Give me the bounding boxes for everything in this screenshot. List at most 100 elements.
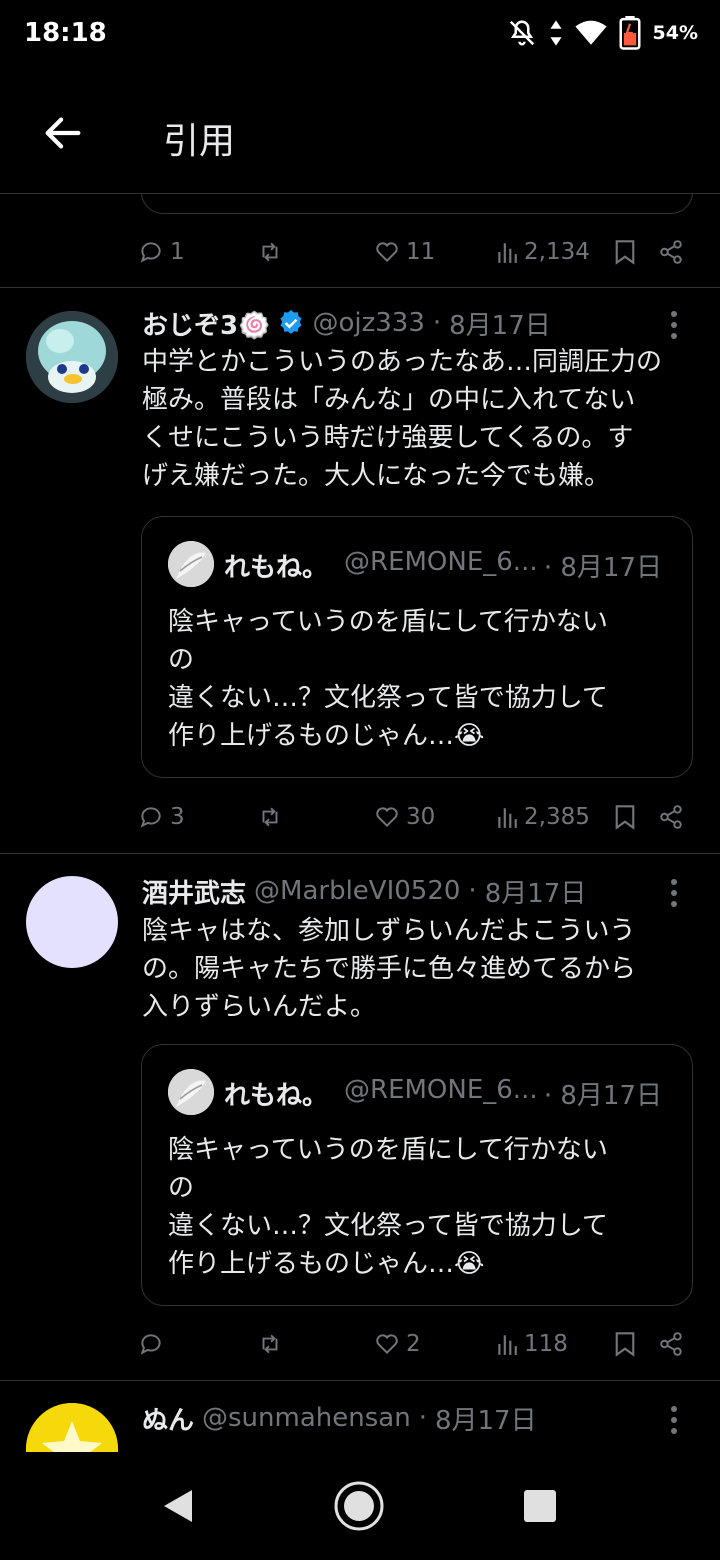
retweet-icon [262, 807, 278, 827]
triangle-back-icon [164, 1490, 192, 1522]
reply-button[interactable] [138, 1324, 170, 1364]
more-vertical-icon [671, 311, 677, 339]
battery-icon [619, 16, 641, 50]
nav-recents-button[interactable] [523, 1489, 557, 1523]
views-button[interactable]: 2,385 [496, 797, 590, 837]
quote-text-line: 違くない…？文化祭って皆で協力して [168, 1211, 608, 1241]
share-button[interactable] [658, 1324, 684, 1364]
back-button[interactable] [40, 110, 86, 156]
status-icons: 54% [507, 16, 698, 50]
share-icon [660, 1332, 682, 1356]
tweet-2[interactable]: 酒井武志 @MarbleVI0520 · 8月17日 陰キャはな、参加しずらいん… [0, 854, 720, 1381]
reply-icon [140, 1334, 161, 1355]
more-options-button[interactable] [668, 308, 680, 342]
bookmark-button[interactable] [614, 1324, 636, 1364]
more-options-button[interactable] [668, 876, 680, 910]
reply-icon [140, 242, 161, 263]
user-handle[interactable]: @ojz333 [312, 308, 424, 338]
tweet-text-line: 中学とかこういうのあったなあ…同調圧力の [142, 347, 663, 377]
avatar[interactable] [26, 876, 118, 968]
verified-badge-icon [280, 310, 302, 334]
display-name[interactable]: 酒井武志 [142, 873, 246, 910]
page-title: 引用 [163, 121, 236, 162]
like-button[interactable]: 2 [374, 1324, 421, 1364]
bookmark-button[interactable] [614, 797, 636, 837]
home-circle-icon [334, 1481, 384, 1531]
more-options-button[interactable] [668, 1403, 680, 1437]
reply-count: 1 [170, 239, 185, 265]
tweet-header: ぬん @sunmahensan · 8月17日 [142, 1400, 660, 1437]
separator-dot: · [432, 308, 442, 338]
display-name[interactable]: ぬん [142, 1400, 194, 1437]
tweet-text-line: 入りずらいんだよ。 [142, 992, 377, 1022]
like-button[interactable]: 30 [374, 797, 435, 837]
tweet-date[interactable]: 8月17日 [435, 1400, 537, 1437]
more-vertical-icon [671, 1406, 677, 1434]
reply-button[interactable]: 1 [138, 232, 185, 272]
like-button[interactable]: 11 [374, 232, 435, 272]
action-bar: 2 118 [138, 1324, 698, 1364]
reply-button[interactable]: 3 [138, 797, 185, 837]
views-button[interactable]: 118 [496, 1324, 568, 1364]
share-icon [660, 240, 682, 264]
avatar[interactable] [26, 311, 118, 403]
quote-date: · 8月17日 [543, 553, 662, 583]
tweet-text-line: 極み。普段は「みんな」の中に入れてない [142, 385, 636, 415]
square-recents-icon [524, 1490, 556, 1522]
reply-count: 3 [170, 804, 185, 830]
tweet-1[interactable]: おじぞ3🍥 @ojz333 · 8月17日 中学とかこういうのあったなあ…同調圧… [0, 288, 720, 854]
tweet-text: 陰キャはな、参加しずらいんだよこういう の。陽キャたちで勝手に色々進めてるから … [142, 912, 702, 1026]
avatar[interactable] [26, 1403, 118, 1452]
tweet-3[interactable]: ぬん @sunmahensan · 8月17日 [0, 1381, 720, 1452]
quote-text-line: 陰キャっていうのを盾にして行かない [168, 1135, 608, 1165]
retweet-icon [262, 242, 278, 262]
nav-back-button[interactable] [158, 1486, 198, 1526]
bell-off-icon [509, 20, 534, 46]
wifi-icon [574, 20, 607, 45]
retweet-button[interactable] [256, 1324, 284, 1364]
like-count: 2 [406, 1331, 421, 1357]
nav-home-button[interactable] [333, 1480, 385, 1532]
share-button[interactable] [658, 232, 684, 272]
data-arrows-icon [549, 20, 562, 46]
views-icon [498, 1335, 517, 1355]
tweet-text-line: の。陽キャたちで勝手に色々進めてるから [142, 954, 637, 984]
user-handle[interactable]: @sunmahensan [202, 1403, 411, 1433]
quote-avatar [168, 541, 214, 587]
user-handle[interactable]: @MarbleVI0520 [254, 876, 460, 906]
system-nav-bar [0, 1452, 720, 1560]
quote-avatar [168, 1069, 214, 1115]
like-count: 30 [406, 804, 436, 830]
view-count: 2,134 [524, 239, 590, 265]
views-icon [498, 243, 517, 263]
status-time: 18:18 [24, 18, 107, 48]
header: 引用 [0, 70, 720, 194]
quote-text: 陰キャっていうのを盾にして行かない の 違くない…？文化祭って皆で協力して 作り… [168, 1131, 668, 1283]
action-bar: 3 30 2,385 [138, 797, 698, 837]
separator-dot: · [418, 1403, 427, 1433]
views-icon [498, 808, 517, 828]
bookmark-button[interactable] [614, 232, 636, 272]
quote-display-name: れもね。 [224, 1081, 329, 1111]
retweet-button[interactable] [256, 797, 284, 837]
battery-percent: 54% [652, 22, 698, 44]
quote-tweet-card[interactable]: れもね。 @REMONE_6... · 8月17日 陰キャっていうのを盾にして行… [141, 516, 693, 778]
quote-text-line: 違くない…？文化祭って皆で協力して [168, 683, 608, 713]
quote-date: · 8月17日 [543, 1081, 662, 1111]
bookmark-icon [615, 1332, 635, 1357]
share-button[interactable] [658, 797, 684, 837]
heart-icon [376, 807, 398, 828]
quote-display-name: れもね。 [224, 553, 329, 583]
heart-icon [376, 242, 398, 263]
display-name[interactable]: おじぞ3🍥 [142, 305, 270, 342]
quote-tweet-card[interactable]: れもね。 @REMONE_6... · 8月17日 陰キャっていうのを盾にして行… [141, 1044, 693, 1306]
quote-card-partial[interactable] [141, 194, 693, 214]
retweet-button[interactable] [256, 232, 284, 272]
tweet-date[interactable]: 8月17日 [485, 873, 587, 910]
tweet-text-line: 陰キャはな、参加しずらいんだよこういう [142, 916, 636, 946]
tweet-partial: 1 11 2,134 [0, 194, 720, 288]
tweet-date[interactable]: 8月17日 [449, 305, 551, 342]
views-button[interactable]: 2,134 [496, 232, 590, 272]
status-bar: 18:18 54% [0, 0, 720, 70]
quote-user-handle: @REMONE_6... [344, 1075, 538, 1105]
